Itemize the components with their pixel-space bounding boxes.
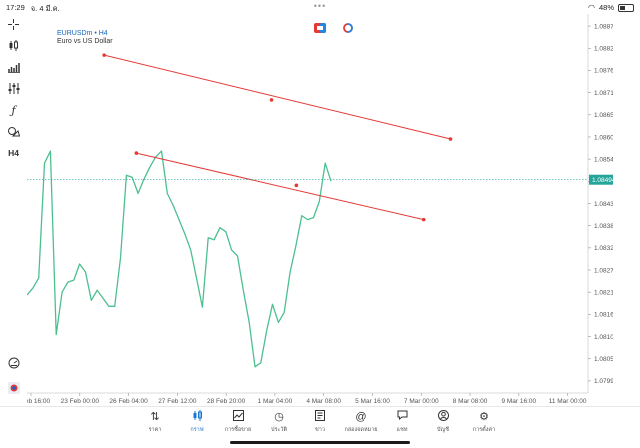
- nav-trade[interactable]: การซื้อขาย: [216, 410, 260, 434]
- price-tick-label: 1.08655: [594, 112, 613, 119]
- price-tick-label: 1.08600: [594, 134, 613, 141]
- nav-chat[interactable]: แชท: [380, 410, 424, 434]
- date-tick-label: 21 Feb 16:00: [27, 398, 51, 405]
- nav-account[interactable]: บัญชี: [421, 410, 465, 434]
- mailbox-icon: @: [355, 411, 367, 423]
- status-bar: 17:29 จ. 4 มี.ค. ••• ◠ 48%: [0, 0, 640, 14]
- nav-news[interactable]: ข่าว: [298, 410, 342, 434]
- price-tick-label: 1.08160: [594, 312, 613, 319]
- current-price-label: 1.08494: [592, 177, 613, 184]
- trendline: [104, 54, 451, 140]
- broker-logo-icon[interactable]: [4, 380, 23, 396]
- price-tick-label: 1.08325: [594, 245, 613, 252]
- symbol-description: Euro vs US Dollar: [57, 38, 113, 45]
- symbol-name: EURUSDm • H4: [57, 30, 108, 37]
- nav-quotes[interactable]: ⇅ ราคา: [133, 410, 177, 434]
- date-tick-label: 9 Mar 16:00: [501, 398, 536, 405]
- bars-icon[interactable]: [4, 59, 23, 75]
- date-tick-label: 27 Feb 12:00: [158, 398, 197, 405]
- account-icon: [421, 410, 465, 424]
- price-tick-label: 1.08380: [594, 223, 613, 230]
- price-tick-label: 1.08215: [594, 290, 613, 297]
- history-icon: ◷: [274, 411, 284, 423]
- price-tick-label: 1.08050: [594, 356, 613, 363]
- trendline-anchor: [294, 183, 299, 188]
- price-tick-label: 1.08820: [594, 46, 613, 53]
- price-tick-label: 1.08270: [594, 267, 613, 274]
- date-tick-label: 8 Mar 08:00: [453, 398, 488, 405]
- trendline-anchor: [269, 98, 274, 102]
- trendline-anchor: [134, 151, 139, 155]
- trendline-anchor: [421, 217, 426, 222]
- battery-icon: [618, 3, 634, 12]
- date-tick-label: 23 Feb 00:00: [61, 398, 100, 405]
- nav-settings[interactable]: ⚙ การตั้งค่า: [462, 410, 506, 434]
- trendline: [136, 152, 424, 221]
- objects-icon[interactable]: [4, 123, 23, 139]
- settings-icon: ⚙: [479, 411, 489, 423]
- indicators-icon[interactable]: [4, 80, 23, 96]
- chart-area[interactable]: 1.08875 1.08820 1.08765 1.08710 1.08655 1.086…: [27, 14, 613, 406]
- chart-icon: [175, 410, 219, 424]
- price-chart[interactable]: 1.08875 1.08820 1.08765 1.08710 1.08655 1.086…: [27, 14, 613, 406]
- candles-icon[interactable]: [4, 37, 23, 53]
- quotes-icon: ⇅: [150, 411, 160, 423]
- price-tick-label: 1.08765: [594, 68, 613, 75]
- sync-icon[interactable]: [342, 20, 354, 33]
- nav-history[interactable]: ◷ ประวัติ: [257, 410, 301, 434]
- date-tick-label: 1 Mar 04:00: [258, 398, 293, 405]
- date-tick-label: 28 Feb 20:00: [207, 398, 246, 405]
- date-tick-label: 26 Feb 04:00: [109, 398, 148, 405]
- date-tick-label: 5 Mar 16:00: [355, 398, 390, 405]
- trade-icon: [216, 410, 260, 424]
- price-tick-label: 1.08435: [594, 201, 613, 208]
- symbol-info: EURUSDm • H4 Euro vs US Dollar: [57, 30, 113, 46]
- price-tick-label: 1.07995: [594, 378, 613, 385]
- price-line: [27, 150, 332, 368]
- date-tick-label: 4 Mar 08:00: [306, 398, 341, 405]
- wifi-icon: ◠: [588, 3, 595, 12]
- one-click-trading-icon[interactable]: [314, 20, 326, 33]
- crosshair-icon[interactable]: [4, 16, 23, 32]
- date-tick-label: 7 Mar 00:00: [404, 398, 439, 405]
- price-tick-label: 1.08875: [594, 23, 613, 30]
- function-icon[interactable]: ƒ: [4, 102, 23, 118]
- chat-icon: [380, 410, 424, 424]
- battery-percent: 48%: [598, 3, 614, 12]
- timeframe-button[interactable]: H4: [4, 145, 23, 161]
- nav-chart[interactable]: กราฟ: [175, 410, 219, 434]
- trendline-anchor: [448, 137, 453, 141]
- chart-toolbar: ƒ H4: [0, 14, 27, 406]
- price-tick-label: 1.08545: [594, 156, 613, 163]
- date-tick-label: 11 Mar 00:00: [549, 398, 587, 405]
- news-icon: [298, 410, 342, 424]
- home-indicator: [230, 441, 410, 444]
- trendline-anchor: [102, 53, 106, 57]
- price-tick-label: 1.08710: [594, 90, 613, 97]
- speedometer-icon[interactable]: [4, 355, 23, 371]
- multitask-dots[interactable]: •••: [314, 1, 326, 11]
- price-tick-label: 1.08105: [594, 334, 613, 341]
- nav-mailbox[interactable]: @ กล่องจดหมาย: [339, 410, 383, 434]
